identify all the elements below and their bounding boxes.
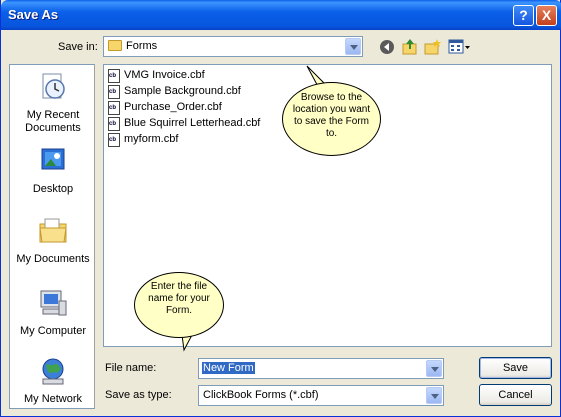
- folder-icon: [108, 40, 122, 51]
- file-name-combo[interactable]: New Form: [198, 358, 444, 379]
- help-button[interactable]: ?: [513, 5, 534, 26]
- close-button[interactable]: X: [536, 5, 557, 26]
- chevron-down-icon[interactable]: [426, 360, 442, 377]
- save-in-label: Save in:: [58, 41, 98, 53]
- place-desktop[interactable]: Desktop: [10, 145, 96, 196]
- place-my-documents[interactable]: My Documents: [10, 215, 96, 266]
- places-bar: My Recent Documents Desktop My Documents: [9, 64, 95, 409]
- file-name-input[interactable]: New Form: [202, 362, 255, 374]
- up-folder-icon[interactable]: [401, 38, 419, 56]
- save-as-dialog: Save As ? X Save in: Forms My Recent Doc…: [0, 0, 561, 417]
- file-name-label: File name:: [105, 362, 157, 374]
- save-as-type-value: ClickBook Forms (*.cbf): [203, 389, 319, 401]
- place-my-network[interactable]: My Network: [10, 355, 96, 406]
- desktop-icon: [41, 148, 65, 170]
- window-title: Save As: [8, 7, 59, 22]
- file-name: Sample Background.cbf: [124, 85, 241, 97]
- save-button[interactable]: Save: [479, 357, 552, 379]
- chevron-down-icon[interactable]: [426, 387, 442, 404]
- my-computer-icon: [40, 290, 67, 316]
- file-name: myform.cbf: [124, 133, 179, 145]
- place-label: My Recent Documents: [25, 109, 81, 134]
- save-as-type-dropdown[interactable]: ClickBook Forms (*.cbf): [198, 385, 444, 406]
- title-bar[interactable]: Save As ? X: [1, 0, 561, 30]
- cbf-file-icon: [108, 101, 120, 115]
- recent-documents-icon: [42, 73, 65, 99]
- cbf-file-icon: [108, 117, 120, 131]
- save-in-dropdown[interactable]: Forms: [103, 36, 363, 57]
- cancel-button[interactable]: Cancel: [479, 384, 552, 406]
- chevron-down-icon[interactable]: [345, 38, 361, 55]
- place-my-recent-documents[interactable]: My Recent Documents: [10, 71, 96, 135]
- my-network-icon: [42, 358, 64, 385]
- cbf-file-icon: [108, 69, 120, 83]
- file-name: Blue Squirrel Letterhead.cbf: [124, 117, 261, 129]
- my-documents-icon: [39, 218, 67, 243]
- place-my-computer[interactable]: My Computer: [10, 287, 96, 338]
- save-in-value: Forms: [126, 40, 158, 52]
- new-folder-icon[interactable]: [424, 38, 442, 56]
- filename-callout-text: Enter the file name for your Form.: [148, 281, 210, 316]
- place-label: My Network: [23, 393, 83, 405]
- filename-callout: Enter the file name for your Form.: [134, 272, 224, 338]
- cbf-file-icon: [108, 85, 120, 99]
- place-label: My Computer: [19, 325, 87, 337]
- cbf-file-icon: [108, 133, 120, 147]
- file-name: Purchase_Order.cbf: [124, 101, 222, 113]
- browse-callout-text: Browse to the location you want to save …: [292, 92, 371, 139]
- browse-callout: Browse to the location you want to save …: [282, 82, 381, 156]
- back-icon[interactable]: [378, 38, 396, 56]
- file-name: VMG Invoice.cbf: [124, 69, 205, 81]
- place-label: My Documents: [16, 253, 90, 265]
- view-menu-icon[interactable]: [448, 38, 472, 56]
- place-label: Desktop: [32, 183, 74, 195]
- save-as-type-label: Save as type:: [105, 389, 172, 401]
